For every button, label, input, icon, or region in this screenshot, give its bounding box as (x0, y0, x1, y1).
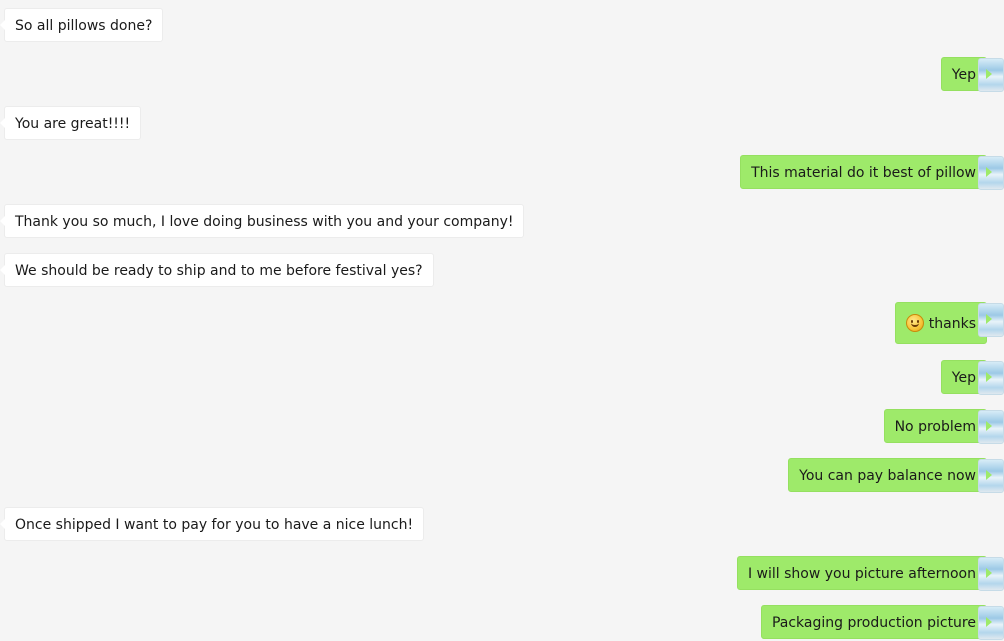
message-text: Packaging production picture (771, 615, 976, 631)
message-row-outgoing: thanks (0, 302, 1004, 346)
message-text: Thank you so much, I love doing business… (15, 214, 514, 230)
message-text: Yep (951, 370, 976, 386)
incoming-message-bubble[interactable]: We should be ready to ship and to me bef… (0, 253, 434, 287)
message-text: Yep (951, 67, 976, 83)
chat-message-list[interactable]: So all pillows done? Yep You are great!!… (0, 0, 1004, 640)
incoming-message-bubble[interactable]: Once shipped I want to pay for you to ha… (0, 507, 425, 541)
incoming-message-bubble[interactable]: You are great!!!! (0, 106, 142, 140)
outgoing-message-bubble[interactable]: thanks (894, 302, 1004, 344)
smile-emoji-icon (905, 313, 924, 332)
outgoing-message-bubble[interactable]: No problem (883, 409, 1004, 444)
outgoing-message-bubble[interactable]: This material do it best of pillow (740, 155, 1004, 190)
message-text: You can pay balance now (799, 468, 976, 484)
message-text: This material do it best of pillow (751, 165, 976, 181)
incoming-message-bubble[interactable]: So all pillows done? (0, 8, 164, 42)
message-row-incoming: Thank you so much, I love doing business… (0, 204, 1004, 240)
avatar[interactable] (978, 156, 1004, 190)
message-row-outgoing: Yep (0, 360, 1004, 396)
avatar[interactable] (978, 58, 1004, 92)
message-row-outgoing: You can pay balance now (0, 458, 1004, 494)
message-row-outgoing: This material do it best of pillow (0, 155, 1004, 191)
message-text: We should be ready to ship and to me bef… (15, 263, 423, 279)
message-row-incoming: We should be ready to ship and to me bef… (0, 253, 1004, 289)
avatar[interactable] (978, 361, 1004, 395)
message-row-outgoing: Yep (0, 57, 1004, 93)
message-row-incoming: So all pillows done? (0, 8, 1004, 44)
outgoing-message-bubble[interactable]: I will show you picture afternoon (736, 556, 1004, 591)
outgoing-message-bubble[interactable]: Packaging production picture (760, 605, 1004, 640)
message-row-outgoing: No problem (0, 409, 1004, 445)
message-row-incoming: Once shipped I want to pay for you to ha… (0, 507, 1004, 543)
avatar[interactable] (978, 303, 1004, 337)
incoming-message-bubble[interactable]: Thank you so much, I love doing business… (0, 204, 525, 238)
avatar[interactable] (978, 557, 1004, 591)
message-text: Once shipped I want to pay for you to ha… (15, 517, 414, 533)
message-text: So all pillows done? (15, 18, 153, 34)
message-row-outgoing: Packaging production picture (0, 605, 1004, 641)
message-text: I will show you picture afternoon (747, 566, 976, 582)
message-text: thanks (928, 316, 976, 332)
message-row-outgoing: I will show you picture afternoon (0, 556, 1004, 592)
outgoing-message-bubble[interactable]: Yep (940, 57, 1004, 92)
avatar[interactable] (978, 410, 1004, 444)
message-text: No problem (894, 419, 976, 435)
outgoing-message-bubble[interactable]: Yep (940, 360, 1004, 395)
avatar[interactable] (978, 459, 1004, 493)
message-text: You are great!!!! (15, 116, 131, 132)
outgoing-message-bubble[interactable]: You can pay balance now (788, 458, 1004, 493)
message-row-incoming: You are great!!!! (0, 106, 1004, 142)
